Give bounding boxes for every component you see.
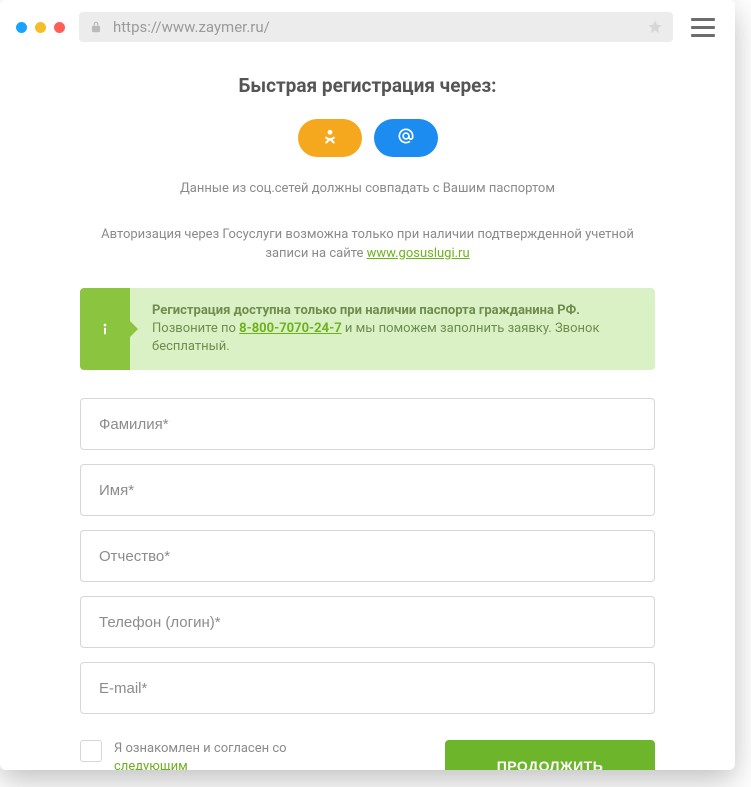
browser-toolbar: https://www.zaymer.ru/: [0, 0, 735, 54]
odnoklassniki-button[interactable]: [298, 119, 362, 157]
social-hint: Данные из соц.сетей должны совпадать с В…: [80, 179, 655, 199]
notice-text: Регистрация доступна только при наличии …: [130, 288, 655, 371]
phone-field[interactable]: [80, 596, 655, 648]
patronymic-field[interactable]: [80, 530, 655, 582]
submit-button[interactable]: ПРОДОЛЖИТЬ: [445, 740, 655, 770]
star-icon[interactable]: [647, 19, 663, 35]
notice-bold: Регистрация доступна только при наличии …: [152, 303, 580, 318]
gosuslugi-hint: Авторизация через Госуслуги возможна тол…: [80, 225, 655, 264]
at-icon: [396, 126, 416, 150]
window-control-dot[interactable]: [16, 22, 27, 33]
address-bar[interactable]: https://www.zaymer.ru/: [79, 12, 673, 42]
social-login-row: [80, 119, 655, 157]
registration-form: [80, 398, 655, 714]
info-notice: Регистрация доступна только при наличии …: [80, 288, 655, 371]
page-content: Быстрая регистрация через: Данные из соц…: [0, 54, 735, 770]
form-footer: Я ознакомлен и согласен со следующим ПРО…: [80, 740, 655, 770]
mailru-button[interactable]: [374, 119, 438, 157]
consent-link[interactable]: следующим: [114, 759, 188, 770]
notice-mid: Позвоните по: [152, 321, 239, 336]
lock-icon: [89, 20, 103, 34]
gosuslugi-link[interactable]: www.gosuslugi.ru: [367, 246, 470, 261]
email-field[interactable]: [80, 662, 655, 714]
consent-block: Я ознакомлен и согласен со следующим: [80, 740, 310, 770]
page-title: Быстрая регистрация через:: [80, 74, 655, 97]
consent-text: Я ознакомлен и согласен со следующим: [114, 740, 310, 770]
consent-pre: Я ознакомлен и согласен со: [114, 741, 287, 756]
window-control-dot[interactable]: [54, 22, 65, 33]
firstname-field[interactable]: [80, 464, 655, 516]
consent-checkbox[interactable]: [80, 740, 102, 762]
window-control-dot[interactable]: [35, 22, 46, 33]
browser-window: https://www.zaymer.ru/ Быстрая регистрац…: [0, 0, 735, 770]
info-icon: [80, 288, 130, 371]
lastname-field[interactable]: [80, 398, 655, 450]
notice-phone-link[interactable]: 8-800-7070-24-7: [239, 321, 342, 336]
odnoklassniki-icon: [321, 127, 339, 149]
url-text: https://www.zaymer.ru/: [113, 18, 637, 36]
menu-icon[interactable]: [687, 14, 719, 41]
window-controls: [16, 22, 65, 33]
